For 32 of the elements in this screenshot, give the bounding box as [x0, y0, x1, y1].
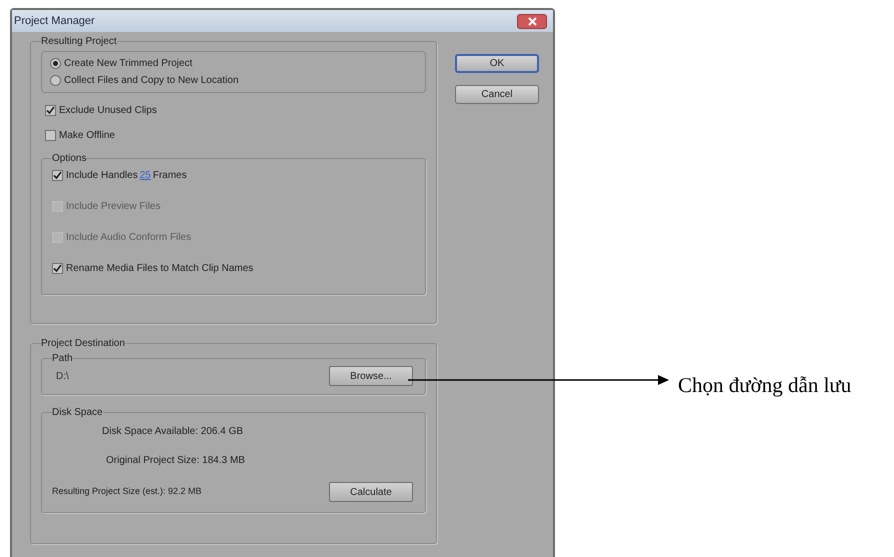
checkbox-label: Include Handles [66, 169, 138, 183]
checkbox[interactable] [45, 105, 56, 116]
annotation-text: Chọn đường dẫn lưu [678, 372, 852, 399]
close-button[interactable] [517, 14, 547, 28]
group-title: Resulting Project [41, 35, 117, 49]
original-project-size: Original Project Size: 184.3 MB [105, 454, 246, 468]
checkbox-label: Exclude Unused Clips [59, 104, 157, 118]
resulting-project-size: Resulting Project Size (est.): 92.2 MB [52, 485, 202, 498]
close-icon [528, 16, 536, 26]
group-title: Options [52, 152, 86, 166]
radio-button[interactable] [50, 75, 61, 86]
checkbox-label: Make Offline [59, 129, 115, 143]
browse-button[interactable]: Browse... [329, 366, 413, 386]
path-value: D:\ [55, 370, 69, 384]
checkbox[interactable] [52, 170, 63, 181]
radio-label: Create New Trimmed Project [64, 57, 192, 71]
window-title: Project Manager [14, 14, 95, 29]
disk-space-available: Disk Space Available: 206.4 GB [101, 425, 244, 439]
checkbox-label: Include Preview Files [66, 200, 160, 214]
calculate-button[interactable]: Calculate [329, 482, 413, 502]
checkbox[interactable] [45, 130, 56, 141]
group-title: Project Destination [41, 337, 125, 351]
checkbox-label: Include Audio Conform Files [66, 231, 192, 245]
dialog-button[interactable]: OK [455, 54, 539, 73]
checkbox[interactable] [52, 263, 63, 274]
group-title: Path [52, 352, 73, 366]
radio-label: Collect Files and Copy to New Location [64, 74, 239, 88]
group-title: Disk Space [52, 406, 103, 420]
dialog-button[interactable]: Cancel [455, 85, 539, 104]
unit-label: Frames [152, 169, 187, 183]
checkbox-label: Rename Media Files to Match Clip Names [66, 262, 254, 276]
radio-button[interactable] [50, 58, 61, 69]
